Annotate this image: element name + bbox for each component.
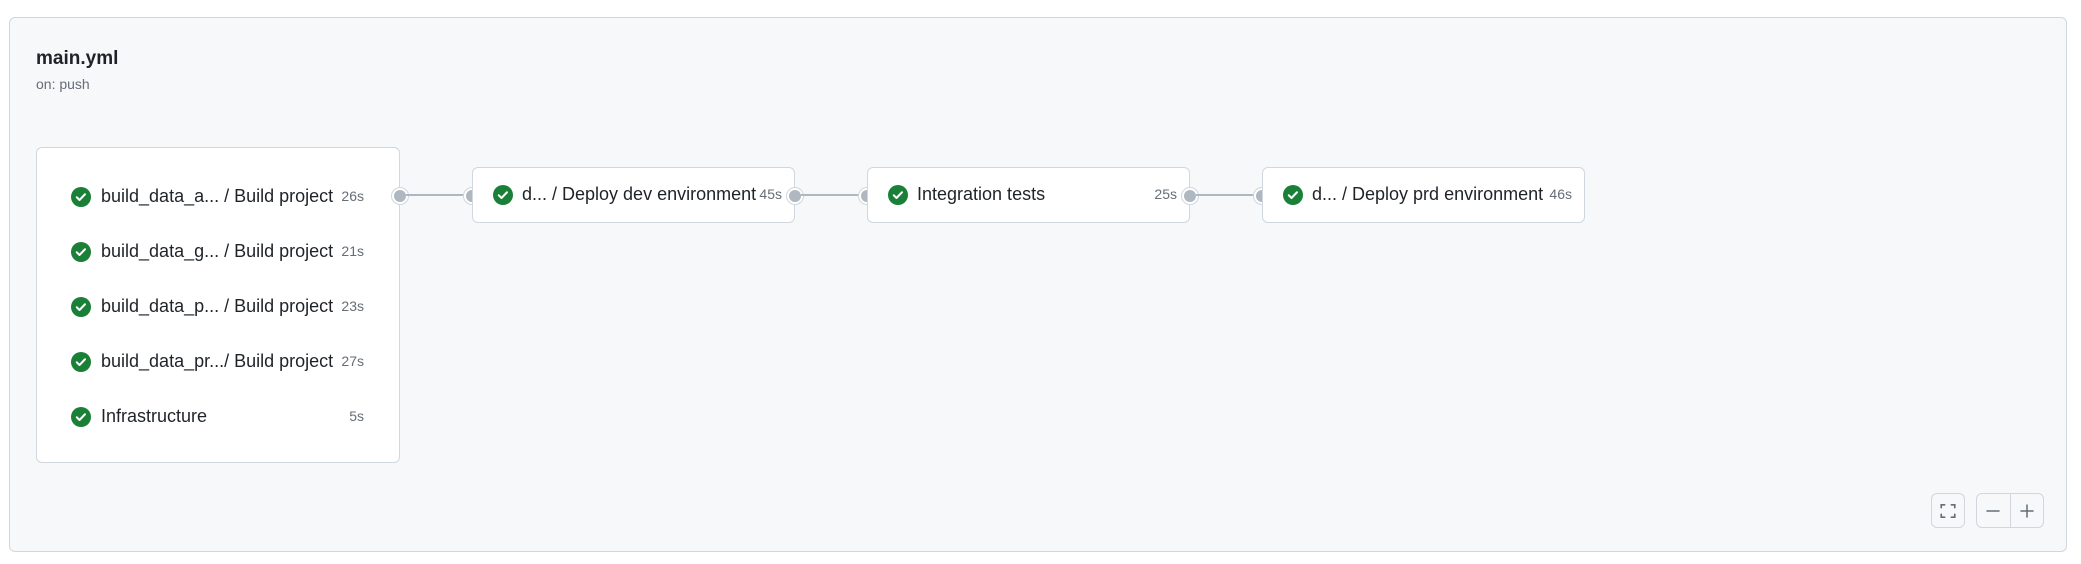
job-name: d... / Deploy prd environment	[1312, 184, 1544, 204]
fullscreen-icon	[1940, 503, 1956, 518]
job-name: build_data_pr.../ Build project	[101, 351, 334, 371]
check-circle-icon	[71, 242, 91, 262]
job-name: d... / Deploy dev environment	[522, 184, 757, 204]
check-circle-icon	[71, 407, 91, 427]
job-name: Infrastructure	[101, 406, 208, 426]
stage-card-build: build_data_a... / Build project 26s buil…	[36, 147, 400, 463]
job-row[interactable]: build_data_g... / Build project 21s	[37, 238, 399, 266]
job-name: build_data_p... / Build project	[101, 296, 334, 316]
stage-card-deploy-prd: d... / Deploy prd environment 46s	[1262, 167, 1585, 223]
connector-dot	[392, 188, 408, 204]
job-row[interactable]: d... / Deploy prd environment 46s	[1263, 181, 1584, 209]
zoom-in-button[interactable]	[2009, 494, 2044, 527]
workflow-trigger: on: push	[36, 76, 90, 92]
check-circle-icon	[71, 187, 91, 207]
check-circle-icon	[71, 297, 91, 317]
zoom-out-button[interactable]	[1977, 494, 2010, 527]
connector-line	[1196, 194, 1254, 196]
job-duration: 27s	[341, 353, 364, 369]
job-duration: 46s	[1549, 186, 1572, 202]
minus-icon	[1986, 509, 2000, 512]
stage-card-deploy-dev: d... / Deploy dev environment 45s	[472, 167, 795, 223]
check-circle-icon	[71, 352, 91, 372]
job-name: build_data_g... / Build project	[101, 241, 334, 261]
plus-icon	[2020, 503, 2034, 518]
job-duration: 21s	[341, 243, 364, 259]
job-row[interactable]: Integration tests 25s	[868, 181, 1189, 209]
connector-dot	[1182, 188, 1198, 204]
job-duration: 25s	[1154, 186, 1177, 202]
workflow-graph: main.yml on: push build_data_a... / Buil…	[9, 17, 2067, 552]
connector-line	[406, 194, 464, 196]
stage-card-integration-tests: Integration tests 25s	[867, 167, 1190, 223]
check-circle-icon	[493, 185, 513, 205]
workflow-title: main.yml	[36, 48, 119, 69]
job-row[interactable]: build_data_pr.../ Build project 27s	[37, 348, 399, 376]
job-row[interactable]: Infrastructure 5s	[37, 403, 399, 431]
check-circle-icon	[1283, 185, 1303, 205]
zoom-controls	[1976, 493, 2044, 528]
check-circle-icon	[888, 185, 908, 205]
job-duration: 26s	[341, 188, 364, 204]
job-name: build_data_a... / Build project	[101, 186, 334, 206]
job-row[interactable]: build_data_a... / Build project 26s	[37, 183, 399, 211]
job-row[interactable]: d... / Deploy dev environment 45s	[473, 181, 794, 209]
job-name: Integration tests	[917, 184, 1046, 204]
connector-line	[801, 194, 859, 196]
job-duration: 5s	[349, 408, 364, 424]
job-duration: 45s	[759, 186, 782, 202]
job-row[interactable]: build_data_p... / Build project 23s	[37, 293, 399, 321]
connector-dot	[787, 188, 803, 204]
job-duration: 23s	[341, 298, 364, 314]
fullscreen-button[interactable]	[1931, 493, 1965, 528]
